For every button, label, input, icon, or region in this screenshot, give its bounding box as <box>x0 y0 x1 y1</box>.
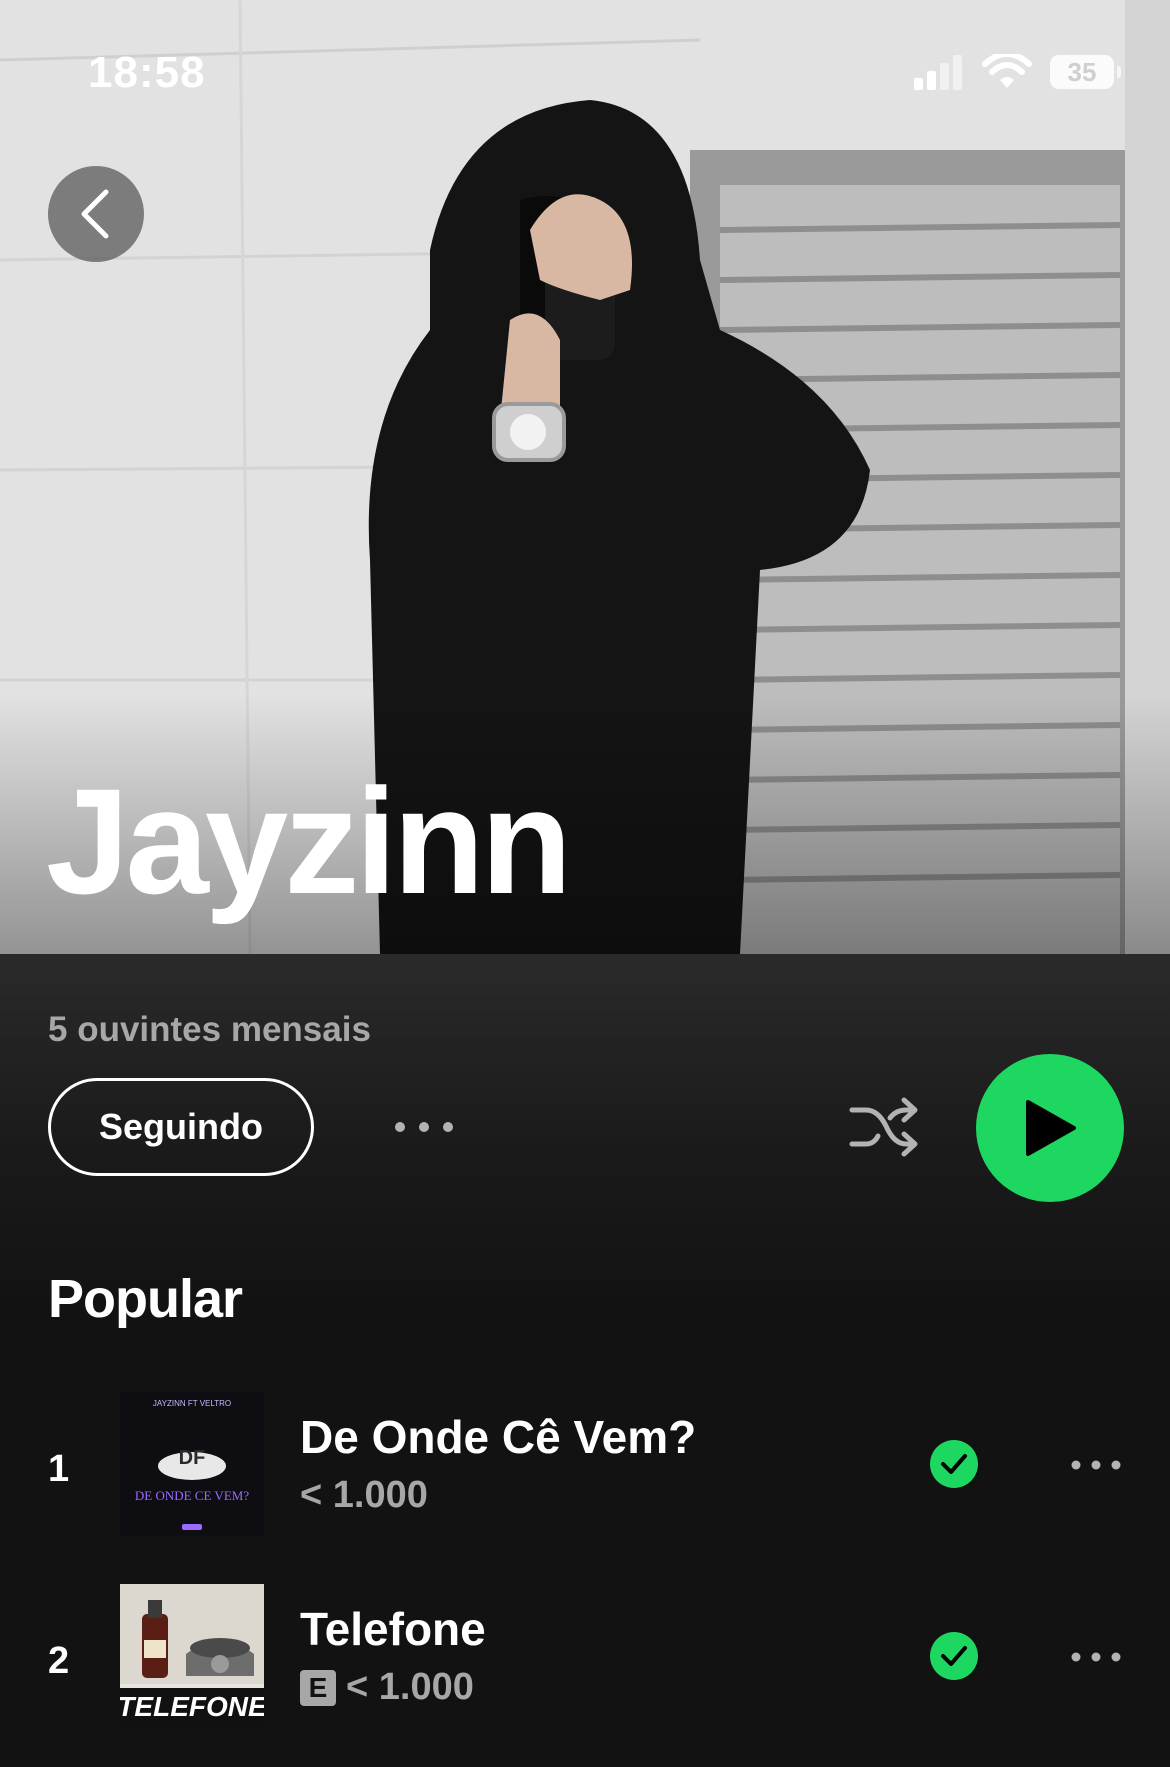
status-bar: 18:58 35 <box>0 0 1170 150</box>
track-meta: < 1.000 <box>300 1474 428 1517</box>
artist-content: 5 ouvintes mensais Seguindo Popular 1 JA… <box>0 954 1170 1767</box>
back-chevron-icon <box>81 189 109 239</box>
battery-icon: 35 <box>1050 55 1121 89</box>
track-title: Telefone <box>300 1603 486 1655</box>
explicit-badge: E <box>300 1669 336 1706</box>
signal-icon <box>914 55 962 90</box>
more-icon <box>1071 1652 1121 1662</box>
following-button[interactable]: Seguindo <box>48 1078 314 1176</box>
track-plays: < 1.000 <box>346 1666 474 1708</box>
downloaded-badge <box>930 1632 978 1680</box>
wifi-icon <box>982 54 1032 88</box>
track-more-button[interactable] <box>1066 1640 1126 1674</box>
artist-more-button[interactable] <box>384 1102 464 1152</box>
play-icon <box>1026 1100 1076 1156</box>
downloaded-check-icon <box>941 1454 967 1474</box>
more-icon <box>1071 1460 1121 1470</box>
svg-text:TELEFONE: TELEFONE <box>120 1691 264 1722</box>
svg-text:DE ONDE CE VEM?: DE ONDE CE VEM? <box>135 1488 249 1503</box>
back-button[interactable] <box>48 166 144 262</box>
status-icons: 35 <box>912 54 1121 90</box>
popular-section-title: Popular <box>48 1269 243 1329</box>
track-plays: < 1.000 <box>300 1474 428 1516</box>
track-meta: E < 1.000 <box>300 1666 474 1709</box>
shuffle-icon <box>849 1097 918 1157</box>
more-icon <box>395 1122 453 1132</box>
track-row[interactable]: 2 TELEFONE Telefone E < 1.000 <box>0 1584 1170 1744</box>
monthly-listeners: 5 ouvintes mensais <box>48 1010 371 1049</box>
play-button[interactable] <box>976 1054 1124 1202</box>
status-time: 18:58 <box>88 48 206 97</box>
svg-text:JAYZINN FT VELTRO: JAYZINN FT VELTRO <box>153 1399 231 1408</box>
track-row[interactable]: 1 JAYZINN FT VELTRO DF DE ONDE CE VEM? D… <box>0 1392 1170 1552</box>
track-rank: 2 <box>48 1640 70 1682</box>
shuffle-button[interactable] <box>842 1082 926 1172</box>
downloaded-badge <box>930 1440 978 1488</box>
track-cover-art: JAYZINN FT VELTRO DF DE ONDE CE VEM? <box>120 1392 264 1536</box>
svg-text:DF: DF <box>179 1447 206 1469</box>
artist-header: 18:58 35 Jayzinn <box>0 0 1170 954</box>
track-title: De Onde Cê Vem? <box>300 1411 697 1463</box>
downloaded-check-icon <box>941 1646 967 1666</box>
artist-name: Jayzinn <box>46 757 572 925</box>
track-rank: 1 <box>48 1448 70 1490</box>
track-more-button[interactable] <box>1066 1448 1126 1482</box>
track-cover-art: TELEFONE <box>120 1584 264 1728</box>
